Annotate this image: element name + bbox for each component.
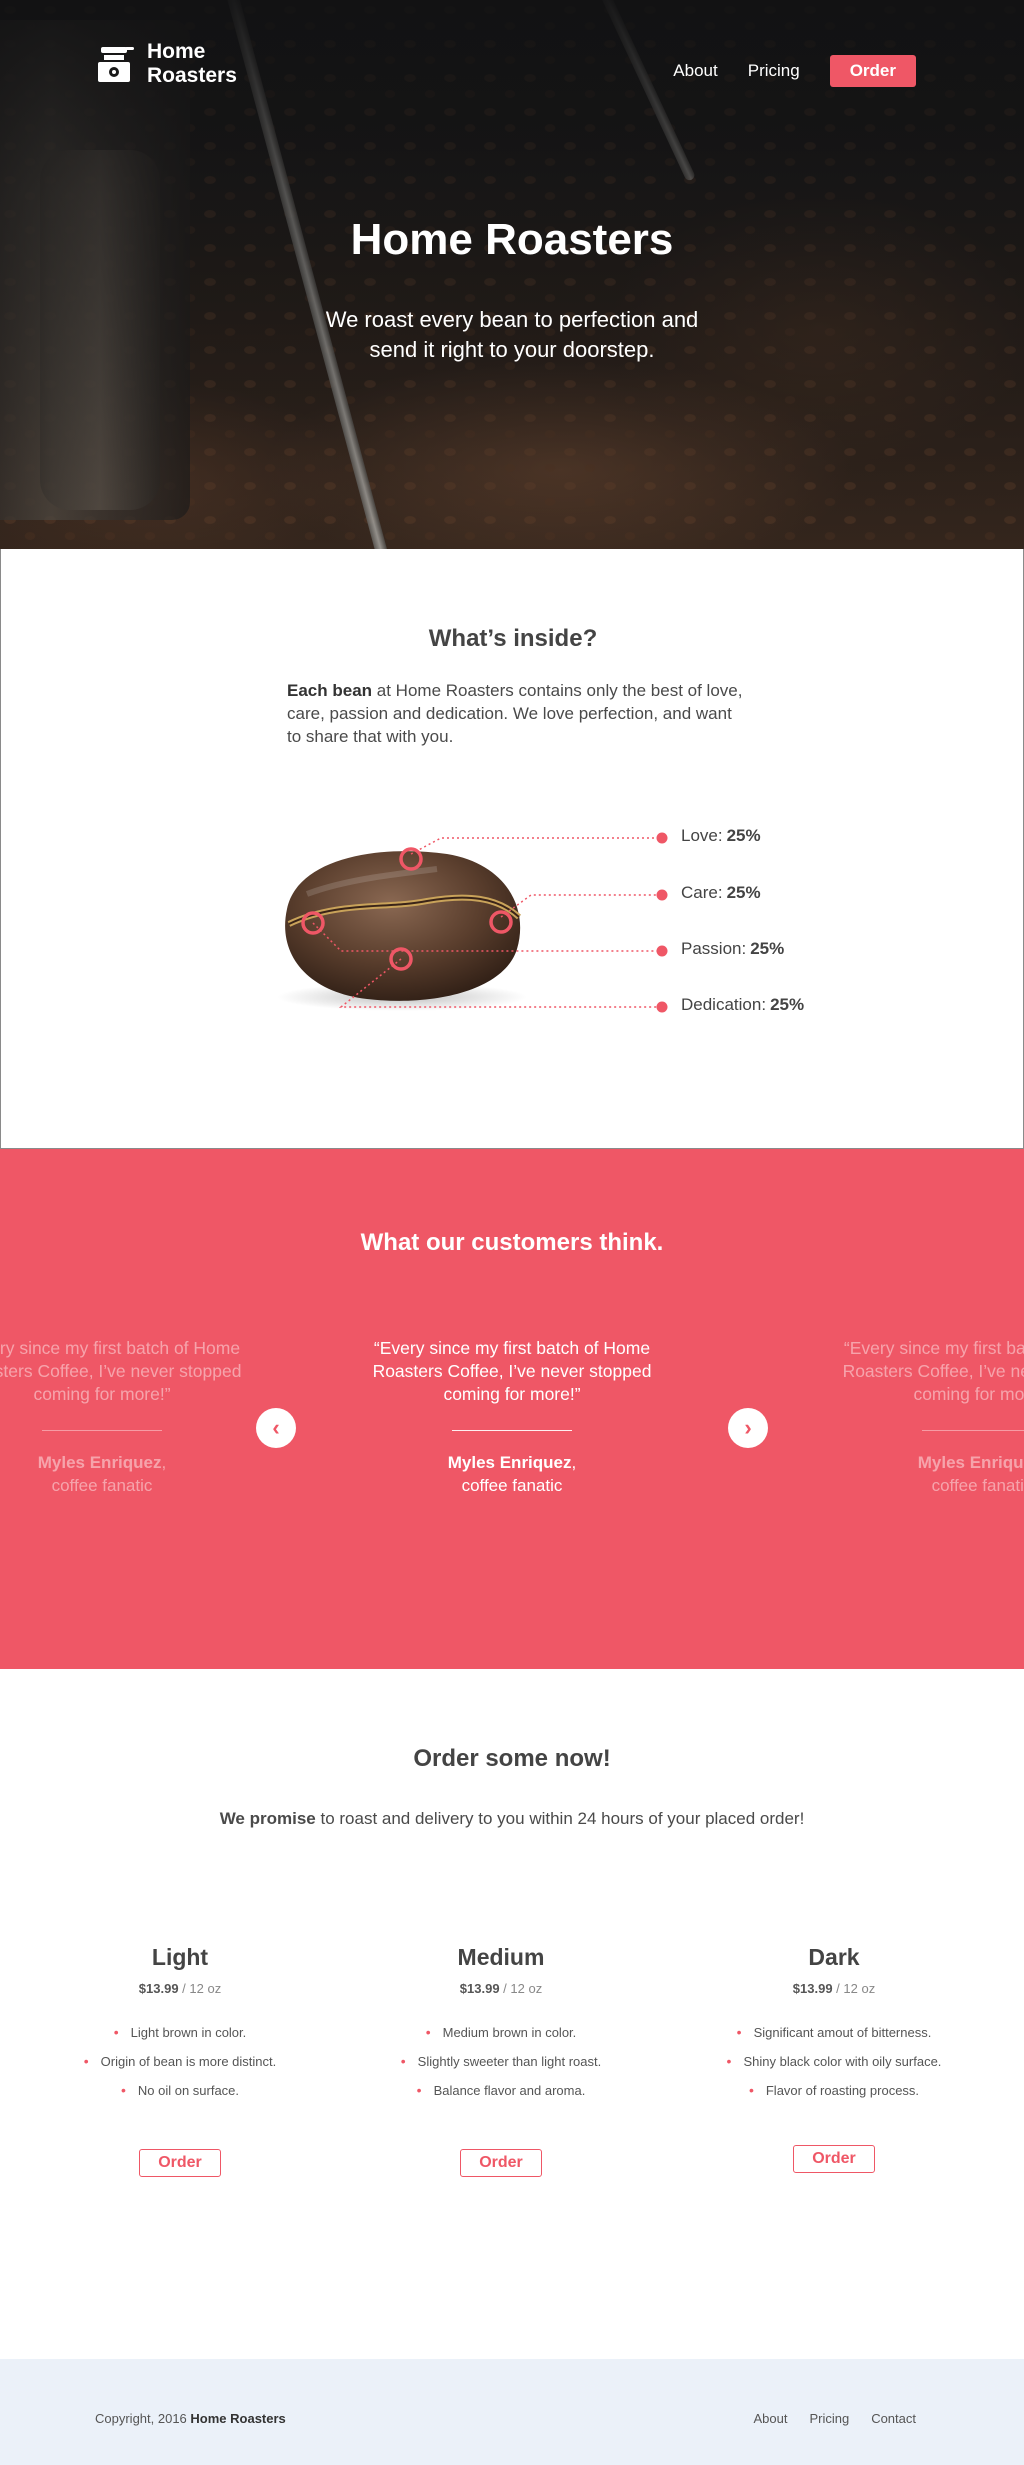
- testimonial-author-comma: ,: [161, 1453, 167, 1472]
- testimonial-card-prev: “Every since my first batch of Home Roas…: [0, 1337, 247, 1497]
- plan-feature: Medium brown in color.: [361, 2018, 641, 2047]
- nav-about-link[interactable]: About: [673, 61, 717, 81]
- chevron-right-icon: ›: [744, 1415, 752, 1440]
- footer-copyright: Copyright, 2016 Home Roasters: [95, 2411, 286, 2426]
- order-section: Order some now! We promise to roast and …: [0, 1669, 1024, 2359]
- testimonial-quote: “Every since my first batch of Home Roas…: [0, 1338, 242, 1404]
- testimonial-author-role: coffee fanatic: [461, 1476, 563, 1495]
- plan-price: $13.99 / 12 oz: [40, 1981, 320, 1996]
- hero-subtitle: We roast every bean to perfection and se…: [325, 307, 699, 362]
- ingredient-value: 25%: [750, 939, 785, 958]
- order-promise-bold: We promise: [219, 1809, 316, 1828]
- brand-name: Home Roasters: [147, 40, 257, 88]
- footer-about-link[interactable]: About: [753, 2411, 787, 2426]
- plan-price: $13.99 / 12 oz: [361, 1981, 641, 1996]
- plan-name: Dark: [808, 1944, 860, 1970]
- order-dark-button[interactable]: Order: [793, 2145, 875, 2173]
- carousel-prev-button[interactable]: ‹: [256, 1408, 296, 1448]
- testimonial-author-name: Myles Enriquez: [447, 1453, 572, 1472]
- testimonial-divider: [452, 1430, 572, 1431]
- plan-medium: Medium $13.99 / 12 oz Medium brown in co…: [361, 1944, 641, 2177]
- ingredient-label: Passion:: [681, 939, 747, 958]
- ingredient-passion: Passion: 25%: [681, 939, 784, 959]
- plan-price-amount: $13.99: [792, 1981, 833, 1996]
- plan-feature: Significant amout of bitterness.: [694, 2018, 974, 2047]
- plan-feature: Shiny black color with oily surface.: [694, 2047, 974, 2076]
- testimonial-author-comma: ,: [571, 1453, 577, 1472]
- plan-feature: Light brown in color.: [40, 2018, 320, 2047]
- footer-nav: About Pricing Contact: [753, 2411, 916, 2426]
- nav-pricing-link[interactable]: Pricing: [748, 61, 800, 81]
- plan-feature: Slightly sweeter than light roast.: [361, 2047, 641, 2076]
- testimonial-card-next: “Every since my first batch of Home Roas…: [837, 1337, 1024, 1497]
- testimonials-section: What our customers think. “Every since m…: [0, 1149, 1024, 1669]
- ingredient-love: Love: 25%: [681, 826, 761, 846]
- plan-feature: Origin of bean is more distinct.: [40, 2047, 320, 2076]
- order-medium-button[interactable]: Order: [460, 2149, 542, 2177]
- brand-name-line1: Home: [147, 40, 206, 63]
- ingredient-care: Care: 25%: [681, 883, 761, 903]
- testimonial-quote: “Every since my first batch of Home Roas…: [372, 1338, 652, 1404]
- ingredient-callouts: [301, 832, 668, 1013]
- testimonial-author: Myles Enriquez,coffee fanatic: [837, 1451, 1024, 1497]
- order-promise-rest: to roast and delivery to you within 24 h…: [315, 1809, 805, 1828]
- ingredient-label: Dedication:: [681, 995, 767, 1014]
- plan-price-amount: $13.99: [459, 1981, 500, 1996]
- plan-feature: Flavor of roasting process.: [694, 2076, 974, 2105]
- plan-price-unit: / 12 oz: [178, 1981, 222, 1996]
- plan-feature: No oil on surface.: [40, 2076, 320, 2105]
- footer-contact-link[interactable]: Contact: [871, 2411, 916, 2426]
- plan-price-unit: / 12 oz: [499, 1981, 543, 1996]
- carousel-next-button[interactable]: ›: [728, 1408, 768, 1448]
- ingredient-value: 25%: [726, 883, 761, 902]
- plan-feature: Balance flavor and aroma.: [361, 2076, 641, 2105]
- testimonial-author: Myles Enriquez, coffee fanatic: [367, 1451, 657, 1497]
- order-light-button[interactable]: Order: [139, 2149, 221, 2177]
- order-title: Order some now!: [413, 1745, 611, 1772]
- testimonial-divider: [922, 1430, 1024, 1431]
- plan-features: Significant amout of bitterness. Shiny b…: [694, 2018, 974, 2105]
- footer-copyright-brand: Home Roasters: [190, 2411, 286, 2426]
- nav-order-button[interactable]: Order: [829, 55, 916, 87]
- testimonial-author: Myles Enriquez, coffee fanatic: [0, 1451, 247, 1497]
- plan-price: $13.99 / 12 oz: [694, 1981, 974, 1996]
- chevron-left-icon: ‹: [272, 1415, 280, 1440]
- main-nav: About Pricing Order: [673, 55, 916, 87]
- brand-name-line2: Roasters: [147, 64, 237, 87]
- plan-price-unit: / 12 oz: [832, 1981, 876, 1996]
- ingredient-value: 25%: [770, 995, 805, 1014]
- testimonial-divider: [42, 1430, 162, 1431]
- testimonial-card-active: “Every since my first batch of Home Roas…: [367, 1337, 657, 1497]
- plan-features: Light brown in color. Origin of bean is …: [40, 2018, 320, 2105]
- brand-logo[interactable]: Home Roasters: [95, 40, 257, 88]
- plan-dark: Dark $13.99 / 12 oz Significant amout of…: [694, 1944, 974, 2173]
- whats-inside-section: What’s inside? Each bean at Home Roaster…: [0, 549, 1024, 1149]
- plan-light: Light $13.99 / 12 oz Light brown in colo…: [40, 1944, 320, 2177]
- coffee-grinder-icon: [98, 47, 134, 82]
- testimonial-quote: “Every since my first batch of Home Roas…: [842, 1338, 1024, 1404]
- testimonial-author-role: coffee fanatic: [931, 1476, 1024, 1495]
- ingredient-value: 25%: [726, 826, 761, 845]
- plan-price-amount: $13.99: [138, 1981, 179, 1996]
- testimonial-author-role: coffee fanatic: [51, 1476, 153, 1495]
- order-promise: We promise to roast and delivery to you …: [0, 1809, 1024, 1829]
- plan-name: Medium: [457, 1944, 545, 1970]
- footer-pricing-link[interactable]: Pricing: [809, 2411, 849, 2426]
- ingredient-label: Love:: [681, 826, 723, 845]
- footer-copyright-prefix: Copyright, 2016: [95, 2411, 191, 2426]
- testimonial-author-name: Myles Enriquez: [37, 1453, 162, 1472]
- ingredient-dedication: Dedication: 25%: [681, 995, 804, 1015]
- love-marker: [399, 847, 423, 871]
- testimonials-title: What our customers think.: [360, 1229, 664, 1256]
- ingredient-label: Care:: [681, 883, 723, 902]
- hero-section: Home Roasters About Pricing Order Home R…: [0, 0, 1024, 549]
- plan-name: Light: [151, 1944, 209, 1970]
- hero-title: Home Roasters: [350, 215, 674, 264]
- testimonial-author-name: Myles Enriquez: [917, 1453, 1024, 1472]
- plan-features: Medium brown in color. Slightly sweeter …: [361, 2018, 641, 2105]
- footer: Copyright, 2016 Home Roasters About Pric…: [0, 2359, 1024, 2465]
- care-marker: [489, 910, 513, 934]
